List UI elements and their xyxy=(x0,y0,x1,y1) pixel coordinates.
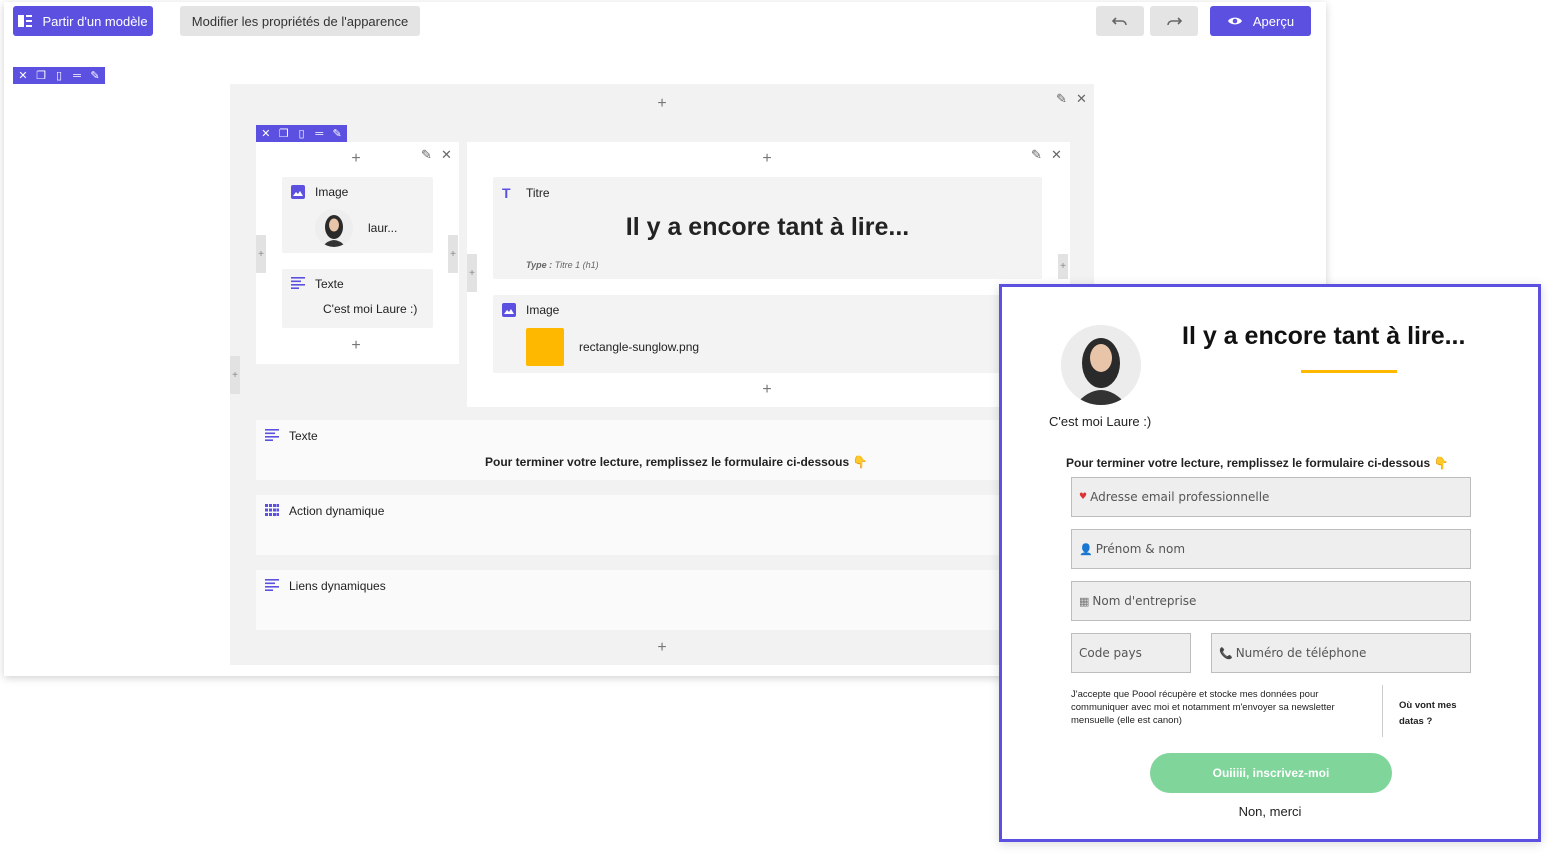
side-handle-left[interactable]: + xyxy=(230,356,240,394)
text-row-value: Pour terminer votre lecture, remplissez … xyxy=(485,455,868,469)
text-lines-icon xyxy=(291,277,305,291)
copy-icon[interactable]: ❐ xyxy=(278,127,290,140)
edit-icon[interactable]: ✎ xyxy=(89,69,101,82)
edit-icon[interactable]: ✎ xyxy=(421,148,432,161)
title-type: Type : Titre 1 (h1) xyxy=(526,260,599,270)
appearance-button[interactable]: Modifier les propriétés de l'apparence xyxy=(180,6,420,36)
phone-icon: 📞 xyxy=(1219,646,1233,660)
dynamic-links-row[interactable]: Liens dynamiques xyxy=(256,570,1096,630)
eye-icon xyxy=(1227,15,1243,27)
text-block[interactable]: Texte C'est moi Laure :) xyxy=(282,269,433,328)
close-icon[interactable]: ✕ xyxy=(1076,92,1087,105)
delete-icon[interactable]: ✕ xyxy=(260,127,272,140)
column-toolstrip: ✕ ❐ ▯ ═ ✎ xyxy=(256,125,347,142)
add-bottom-icon[interactable]: + xyxy=(654,640,670,656)
page-toolstrip: ✕ ❐ ▯ ═ ✎ xyxy=(13,67,105,84)
sunglow-swatch xyxy=(526,328,564,366)
person-icon: 👤 xyxy=(1079,542,1093,556)
company-field[interactable]: ▦ Nom d'entreprise xyxy=(1071,581,1471,621)
left-column: + ✎ ✕ Image laur... Texte C'est moi Laur… xyxy=(256,142,459,364)
image-icon xyxy=(291,185,305,199)
move-icon[interactable]: ═ xyxy=(313,128,325,140)
dynamic-action-row[interactable]: Action dynamique xyxy=(256,495,1096,555)
building-icon: ▦ xyxy=(1079,594,1090,608)
image-block[interactable]: Image rectangle-sunglow.png xyxy=(493,295,1042,373)
email-field[interactable]: ♥ Adresse email professionnelle xyxy=(1071,477,1471,517)
side-handle[interactable]: + xyxy=(1058,254,1068,279)
add-icon[interactable]: + xyxy=(348,151,364,167)
text-value: C'est moi Laure :) xyxy=(323,302,418,316)
consent-text: J'accepte que Poool récupère et stocke m… xyxy=(1071,689,1335,726)
title-icon: T xyxy=(502,185,511,201)
heart-icon: ♥ xyxy=(1079,492,1088,502)
edit-icon[interactable]: ✎ xyxy=(1031,148,1042,161)
right-column: + ✎ ✕ T Titre Il y a encore tant à lire.… xyxy=(467,142,1070,407)
layout-icon xyxy=(18,15,33,27)
form-instruction: Pour terminer votre lecture, remplissez … xyxy=(1066,456,1449,470)
copy-icon[interactable]: ❐ xyxy=(35,69,47,82)
paste-icon[interactable]: ▯ xyxy=(296,127,308,140)
submit-button[interactable]: Ouiiiii, inscrivez-moi xyxy=(1150,753,1392,793)
undo-button[interactable] xyxy=(1096,6,1144,36)
preview-title: Il y a encore tant à lire... xyxy=(1182,322,1466,350)
preview-button[interactable]: Aperçu xyxy=(1210,6,1311,36)
title-block[interactable]: T Titre Il y a encore tant à lire... Typ… xyxy=(493,177,1042,279)
title-value: Il y a encore tant à lire... xyxy=(625,213,910,241)
undo-icon xyxy=(1111,14,1128,29)
redo-icon xyxy=(1166,14,1183,29)
phone-field[interactable]: 📞 Numéro de téléphone xyxy=(1211,633,1471,673)
data-policy-link[interactable]: Où vont mes datas ? xyxy=(1399,698,1469,730)
image-filename: laur... xyxy=(368,221,398,235)
preview-panel: C'est moi Laure :) Il y a encore tant à … xyxy=(999,284,1541,842)
divider xyxy=(1382,685,1383,737)
edit-icon[interactable]: ✎ xyxy=(1056,92,1067,105)
decline-link[interactable]: Non, merci xyxy=(1002,804,1538,819)
add-icon[interactable]: + xyxy=(759,382,775,398)
image-icon xyxy=(502,303,516,317)
delete-icon[interactable]: ✕ xyxy=(17,69,29,82)
template-button[interactable]: Partir d'un modèle xyxy=(13,6,153,36)
text-lines-icon xyxy=(265,579,279,593)
image-filename: rectangle-sunglow.png xyxy=(579,340,700,354)
edit-icon[interactable]: ✎ xyxy=(331,127,343,140)
close-icon[interactable]: ✕ xyxy=(1051,148,1062,161)
add-icon[interactable]: + xyxy=(759,151,775,167)
side-handle[interactable]: + xyxy=(448,235,458,273)
text-lines-icon xyxy=(265,429,279,443)
paste-icon[interactable]: ▯ xyxy=(53,69,65,82)
add-icon[interactable]: + xyxy=(348,338,364,354)
name-field[interactable]: 👤 Prénom & nom xyxy=(1071,529,1471,569)
image-block[interactable]: Image laur... xyxy=(282,177,433,253)
add-top-icon[interactable]: + xyxy=(654,96,670,112)
avatar-caption: C'est moi Laure :) xyxy=(1049,414,1152,429)
title-underline xyxy=(1301,370,1397,373)
side-handle[interactable]: + xyxy=(467,254,477,292)
text-row[interactable]: Texte Pour terminer votre lecture, rempl… xyxy=(256,420,1096,480)
move-icon[interactable]: ═ xyxy=(71,70,83,82)
avatar xyxy=(315,209,353,247)
redo-button[interactable] xyxy=(1150,6,1198,36)
country-code-field[interactable]: Code pays xyxy=(1071,633,1191,673)
side-handle[interactable]: + xyxy=(256,235,266,273)
grid-icon xyxy=(265,504,279,518)
close-icon[interactable]: ✕ xyxy=(441,148,452,161)
avatar xyxy=(1061,325,1141,405)
